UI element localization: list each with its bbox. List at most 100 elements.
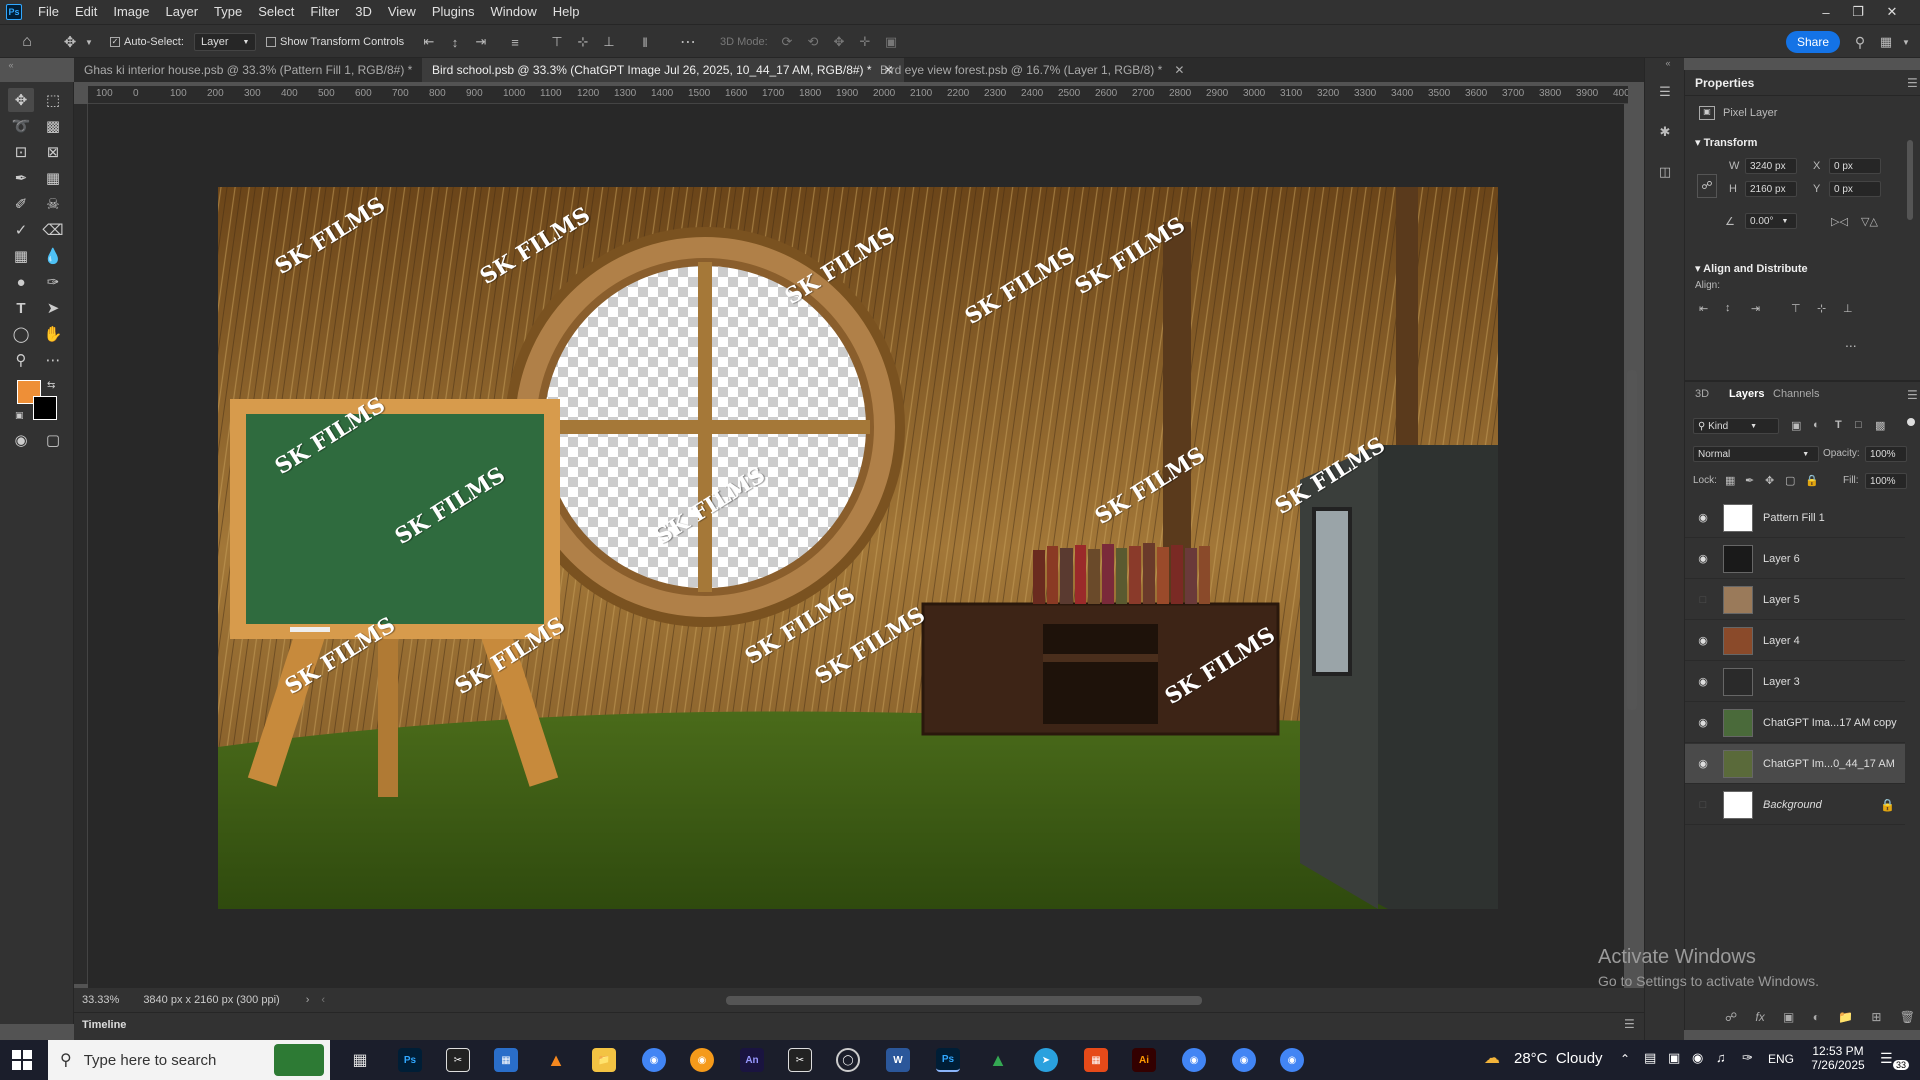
chevron-down-icon[interactable]: ▼	[84, 32, 94, 52]
lock-position-icon[interactable]: ✥	[1765, 474, 1774, 487]
distribute-icon[interactable]: ≡	[506, 33, 524, 51]
firefox-icon[interactable]: ◉	[690, 1048, 714, 1072]
align-center-icon[interactable]: ↕	[446, 33, 464, 51]
object-selection-tool-icon[interactable]: ▩	[40, 114, 66, 138]
chevron-right-icon[interactable]: ›	[306, 994, 310, 1006]
y-field[interactable]: 0 px	[1829, 181, 1881, 197]
filter-type-icon[interactable]: T	[1835, 419, 1842, 431]
brush-tool-icon[interactable]: ✐	[8, 192, 34, 216]
document-canvas[interactable]: SK FILMS SK FILMS SK FILMS SK FILMS SK FILMS…	[218, 187, 1498, 909]
zoom-tool-icon[interactable]: ⚲	[8, 348, 34, 372]
align-distribute-section[interactable]: ▾ Align and Distribute	[1695, 262, 1808, 275]
eye-hidden-icon[interactable]: □	[1693, 799, 1713, 811]
filter-adjustment-icon[interactable]: ◐	[1813, 419, 1820, 431]
horizontal-scrollbar[interactable]	[726, 996, 1202, 1005]
google-drive-icon[interactable]: ▲	[986, 1048, 1010, 1072]
new-layer-icon[interactable]: ⊞	[1871, 1010, 1881, 1024]
tab-3d[interactable]: 3D	[1695, 388, 1709, 400]
chrome-profile-3-icon[interactable]: ◉	[1280, 1048, 1304, 1072]
menu-layer[interactable]: Layer	[158, 0, 207, 24]
restore-icon[interactable]: ❐	[1842, 0, 1874, 24]
windows-start-icon[interactable]	[12, 1050, 32, 1070]
lock-icon[interactable]: 🔒	[1880, 798, 1895, 812]
type-tool-icon[interactable]: T	[8, 296, 34, 320]
clone-stamp-tool-icon[interactable]: ☠	[40, 192, 66, 216]
photoshop-taskbar-icon[interactable]: Ps	[398, 1048, 422, 1072]
show-transform-checkbox[interactable]: Show Transform Controls	[266, 33, 404, 51]
angle-field[interactable]: 0.00° ▼	[1745, 213, 1797, 229]
menu-type[interactable]: Type	[206, 0, 250, 24]
workspace-icon[interactable]: ▦	[1876, 33, 1896, 51]
eye-icon[interactable]: ◉	[1693, 634, 1713, 647]
history-brush-tool-icon[interactable]: ✓	[8, 218, 34, 242]
menu-file[interactable]: File	[30, 0, 67, 24]
close-icon[interactable]: ✕	[1174, 63, 1184, 77]
chrome-profile-2-icon[interactable]: ◉	[1232, 1048, 1256, 1072]
move-tool-icon[interactable]: ✥	[58, 32, 82, 52]
align-center-icon[interactable]: ↕	[1725, 302, 1731, 314]
default-colors-icon[interactable]: ▣	[15, 410, 24, 421]
filter-smart-object-icon[interactable]: ▩	[1875, 419, 1885, 432]
store-icon[interactable]: ▦	[494, 1048, 518, 1072]
3d-camera-icon[interactable]: ▣	[882, 33, 900, 51]
pen-icon[interactable]: ✑	[1742, 1050, 1753, 1066]
lock-artboard-icon[interactable]: ▢	[1785, 474, 1795, 487]
align-right-icon[interactable]: ⇥	[1751, 302, 1760, 315]
language-indicator[interactable]: ENG	[1768, 1052, 1794, 1066]
hand-tool-icon[interactable]: ✋	[40, 322, 66, 346]
word-icon[interactable]: W	[886, 1048, 910, 1072]
zoom-level[interactable]: 33.33%	[82, 994, 119, 1006]
file-explorer-icon[interactable]: 📁	[592, 1048, 616, 1072]
eraser-tool-icon[interactable]: ⌫	[40, 218, 66, 242]
chrome-profile-1-icon[interactable]: ◉	[1182, 1048, 1206, 1072]
eye-icon[interactable]: ◉	[1693, 511, 1713, 524]
menu-help[interactable]: Help	[545, 0, 588, 24]
vlc-icon[interactable]: ▲	[544, 1048, 568, 1072]
layer-row[interactable]: ◉ Layer 3	[1685, 662, 1905, 702]
healing-brush-tool-icon[interactable]: ▦	[40, 166, 66, 190]
fill-field[interactable]: 100%	[1865, 473, 1907, 489]
align-top-icon[interactable]: ⊤	[1791, 302, 1801, 315]
layer-row[interactable]: ◉ Layer 4	[1685, 621, 1905, 661]
notification-icon[interactable]: ☰	[1880, 1050, 1893, 1067]
expand-panels-icon[interactable]: «	[1661, 56, 1675, 70]
capcut-icon[interactable]: ✂	[446, 1048, 470, 1072]
weather-icon[interactable]: ☁	[1484, 1048, 1500, 1068]
volume-icon[interactable]: ♫	[1716, 1050, 1726, 1065]
eye-icon[interactable]: ◉	[1693, 716, 1713, 729]
path-selection-tool-icon[interactable]: ➤	[40, 296, 66, 320]
add-mask-icon[interactable]: ▣	[1783, 1010, 1794, 1024]
align-right-icon[interactable]: ⇥	[472, 33, 490, 51]
minimize-icon[interactable]: –	[1810, 0, 1842, 24]
lock-image-icon[interactable]: ✒	[1745, 474, 1754, 487]
flip-horizontal-icon[interactable]: ▷◁	[1831, 215, 1848, 228]
capcut-alt-icon[interactable]: ✂	[788, 1048, 812, 1072]
eye-icon[interactable]: ◉	[1693, 757, 1713, 770]
filter-kind-dropdown[interactable]: ⚲ Kind ▼	[1693, 418, 1779, 434]
adjustment-layer-icon[interactable]: ◐	[1813, 1010, 1820, 1024]
distribute-vertical-icon[interactable]: ‖	[636, 33, 654, 51]
3d-orbit-icon[interactable]: ⟳	[778, 33, 796, 51]
blend-mode-dropdown[interactable]: Normal ▼	[1693, 446, 1819, 462]
taskbar-search[interactable]: ⚲ Type here to search	[48, 1040, 330, 1080]
chevron-left-icon[interactable]: ‹	[321, 994, 325, 1006]
x-field[interactable]: 0 px	[1829, 158, 1881, 174]
tools-panel-icon[interactable]: ✱	[1655, 122, 1675, 142]
new-group-icon[interactable]: 📁	[1838, 1010, 1853, 1024]
eyedropper-tool-icon[interactable]: ✒	[8, 166, 34, 190]
align-left-icon[interactable]: ⇤	[420, 33, 438, 51]
screen-mode-icon[interactable]: ▢	[40, 428, 66, 452]
layer-row[interactable]: □ Layer 5	[1685, 580, 1905, 620]
tab-channels[interactable]: Channels	[1773, 388, 1819, 400]
panel-menu-icon[interactable]: ☰	[1624, 1017, 1635, 1031]
menu-select[interactable]: Select	[250, 0, 302, 24]
marquee-tool-icon[interactable]: ⬚	[40, 88, 66, 112]
filter-toggle-icon[interactable]	[1907, 418, 1915, 426]
lasso-tool-icon[interactable]: ➰	[8, 114, 34, 138]
3d-slide-icon[interactable]: ✛	[856, 33, 874, 51]
menu-view[interactable]: View	[380, 0, 424, 24]
delete-layer-icon[interactable]: 🗑	[1900, 1010, 1915, 1024]
menu-plugins[interactable]: Plugins	[424, 0, 483, 24]
search-icon[interactable]: ⚲	[1850, 33, 1870, 51]
quick-mask-icon[interactable]: ◉	[8, 428, 34, 452]
